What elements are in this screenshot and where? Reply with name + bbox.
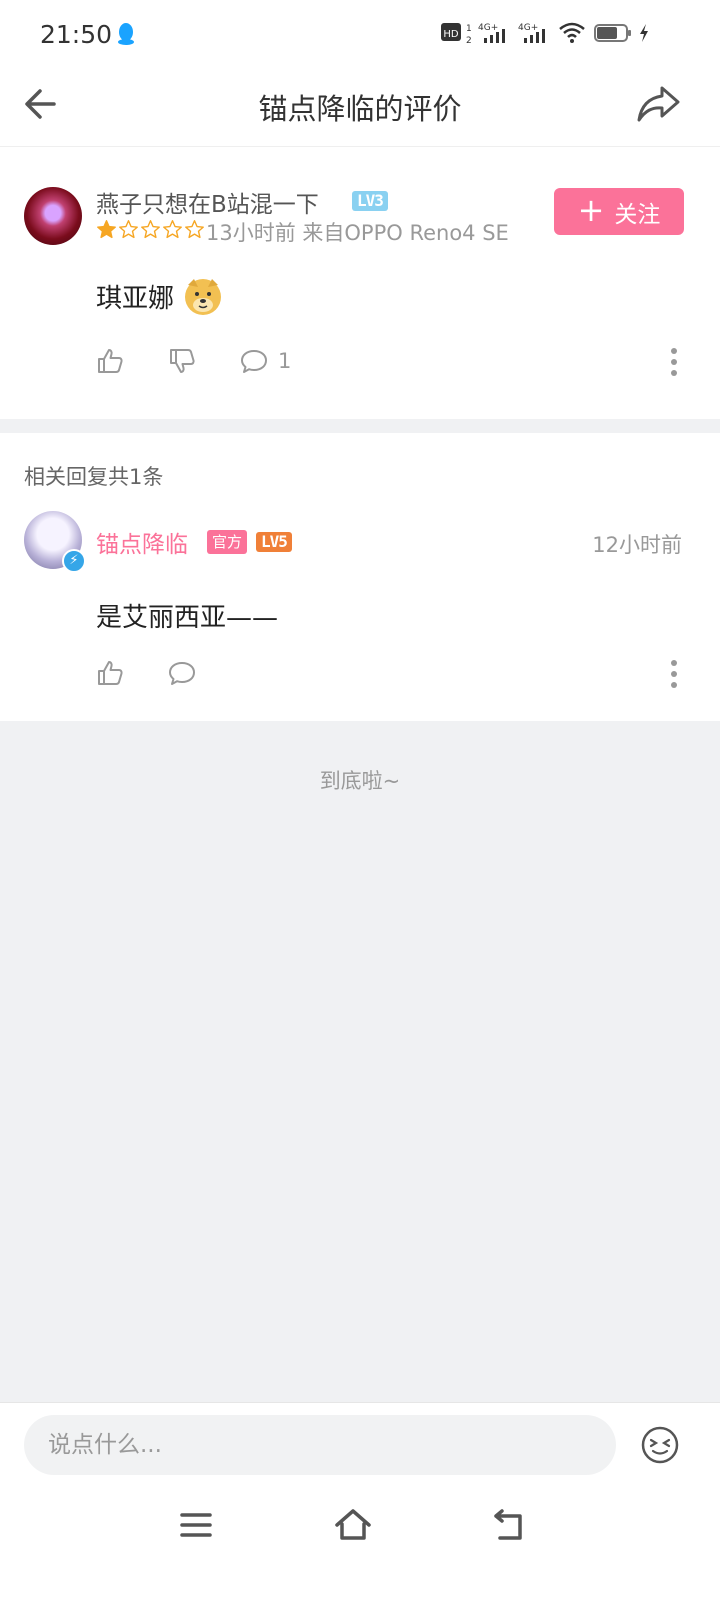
share-icon xyxy=(637,86,680,122)
svg-text:4G+: 4G+ xyxy=(518,23,538,33)
charging-icon xyxy=(640,24,648,42)
menu-icon xyxy=(180,1513,212,1537)
qq-icon xyxy=(118,23,134,45)
replier-avatar[interactable]: ⚡ xyxy=(24,511,86,573)
comment-count: 1 xyxy=(278,349,292,373)
level-badge: LV5 xyxy=(256,532,292,552)
system-nav-bar xyxy=(0,1503,720,1563)
emoji-button[interactable] xyxy=(640,1425,680,1465)
home-nav-button[interactable] xyxy=(331,1503,375,1547)
star-filled-icon xyxy=(97,220,116,239)
review-card: 燕子只想在B站混一下 + 关注 13小时前 来自OPPO Reno4 SE 琪亚… xyxy=(0,147,720,419)
more-options-button[interactable] xyxy=(668,347,680,377)
hd-icon: HD 1 2 xyxy=(441,23,472,46)
reply-time: 12小时前 xyxy=(592,533,682,557)
plus-icon: + xyxy=(577,191,605,229)
star-empty-icon xyxy=(119,220,138,239)
thumb-up-icon xyxy=(98,661,123,685)
reply-text: 是艾丽西亚—— xyxy=(96,603,279,633)
reviewer-username[interactable]: 燕子只想在B站混一下 xyxy=(96,185,319,219)
status-icons: HD 1 2 4G+ 4G+ xyxy=(440,20,680,50)
official-badge: 官方 xyxy=(207,530,248,554)
return-icon xyxy=(494,1509,522,1540)
thumb-down-icon xyxy=(170,349,195,373)
status-bar: 21:50 HD 1 2 4G+ 4G+ xyxy=(0,0,720,68)
thumb-up-icon xyxy=(98,349,123,373)
reviewer-avatar[interactable] xyxy=(24,187,82,245)
top-app-bar: 锚点降临的评价 xyxy=(0,68,720,147)
svg-text:4G+: 4G+ xyxy=(478,23,498,33)
doge-emoji-icon xyxy=(185,279,222,315)
review-actions: 1 xyxy=(96,347,291,375)
menu-nav-button[interactable] xyxy=(174,1503,218,1547)
more-vertical-icon xyxy=(671,348,677,376)
dislike-button[interactable] xyxy=(168,347,196,375)
like-button[interactable] xyxy=(96,659,124,687)
comment-input[interactable] xyxy=(24,1415,616,1475)
more-options-button[interactable] xyxy=(668,659,680,689)
4g-signal-icon: 4G+ xyxy=(518,23,545,43)
comment-bar xyxy=(0,1402,720,1600)
review-meta: 13小时前 来自OPPO Reno4 SE xyxy=(206,221,509,245)
star-empty-icon xyxy=(185,220,204,239)
star-empty-icon xyxy=(141,220,160,239)
svg-text:2: 2 xyxy=(466,36,472,46)
star-empty-icon xyxy=(163,220,182,239)
reply-actions xyxy=(96,659,196,687)
svg-text:HD: HD xyxy=(443,29,459,40)
svg-text:1: 1 xyxy=(466,24,472,34)
emoji-face-icon xyxy=(641,1426,679,1464)
status-time: 21:50 xyxy=(40,20,113,49)
share-button[interactable] xyxy=(634,82,684,126)
comment-bubble-icon xyxy=(169,662,195,685)
back-nav-button[interactable] xyxy=(488,1503,532,1547)
follow-label: 关注 xyxy=(614,201,661,228)
verified-lightning-icon: ⚡ xyxy=(62,549,86,573)
like-button[interactable] xyxy=(96,347,124,375)
home-icon xyxy=(335,1509,371,1540)
4g-signal-icon: 4G+ xyxy=(478,23,505,43)
battery-icon xyxy=(594,24,631,42)
page-title: 锚点降临的评价 xyxy=(258,92,462,126)
comment-bubble-icon xyxy=(241,350,267,373)
follow-button[interactable]: + 关注 xyxy=(554,188,684,235)
comment-button[interactable] xyxy=(168,659,196,687)
level-badge: LV3 xyxy=(352,191,388,211)
review-text: 琪亚娜 xyxy=(96,283,175,314)
end-of-list-text: 到底啦~ xyxy=(319,769,401,793)
wifi-icon xyxy=(559,22,585,43)
replies-section: 相关回复共1条 ⚡ 锚点降临 官方 LV5 12小时前 是艾丽西亚—— xyxy=(0,433,720,721)
more-vertical-icon xyxy=(671,660,677,688)
replier-username[interactable]: 锚点降临 xyxy=(96,525,188,559)
review-content: 琪亚娜 xyxy=(96,275,224,317)
rating-stars xyxy=(96,219,205,240)
reply-count-header: 相关回复共1条 xyxy=(24,465,164,489)
comment-button[interactable]: 1 xyxy=(240,347,291,375)
